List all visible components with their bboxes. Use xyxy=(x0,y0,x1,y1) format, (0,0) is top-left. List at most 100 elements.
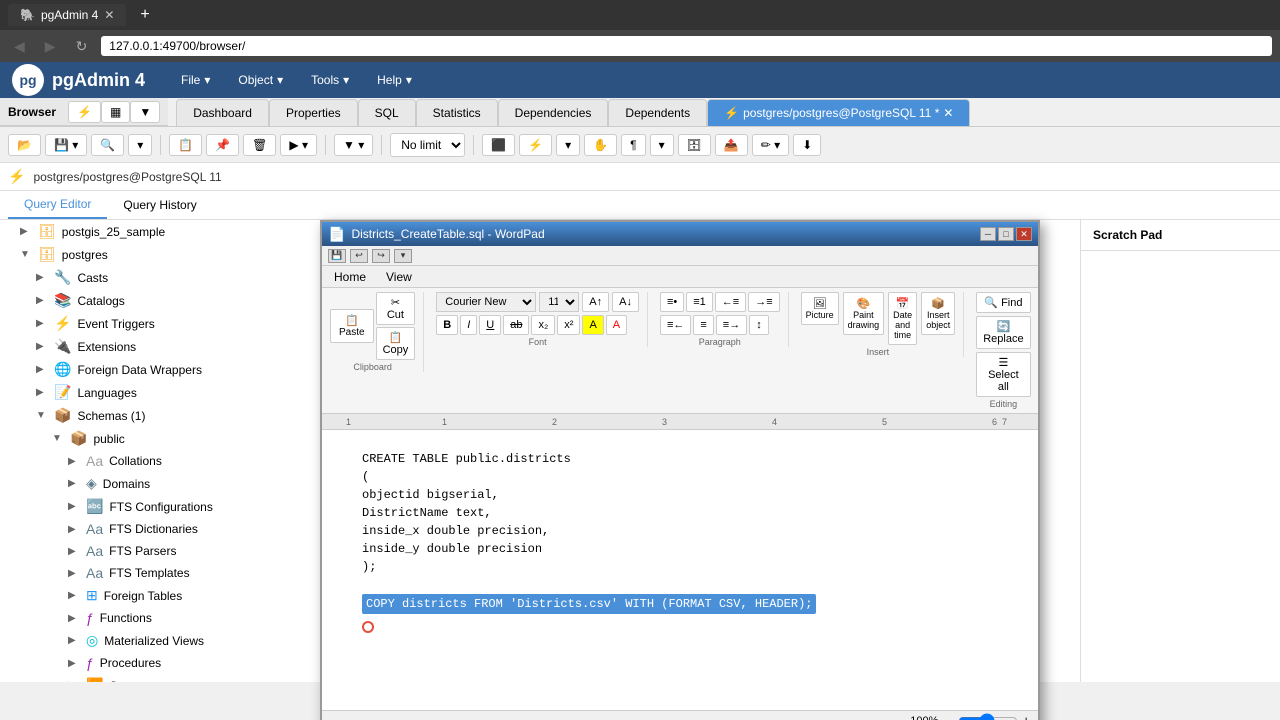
paragraph2-btn[interactable]: ▾ xyxy=(650,134,674,156)
list-num-btn[interactable]: ≡1 xyxy=(686,292,713,312)
sidebar-item-functions[interactable]: ▶ ƒ Functions xyxy=(0,607,329,629)
back-button[interactable]: ◀ xyxy=(8,36,31,57)
tab-statistics[interactable]: Statistics xyxy=(416,99,498,126)
wp-redo-btn[interactable]: ↪ xyxy=(372,249,390,263)
copy-btn[interactable]: 📋 Copy xyxy=(376,327,416,360)
cut-btn[interactable]: ✂ Cut xyxy=(376,292,416,325)
save-btn[interactable]: 💾 ▾ xyxy=(45,134,87,156)
sidebar-item-mat-views[interactable]: ▶ ◎ Materialized Views xyxy=(0,629,329,652)
sidebar-item-casts[interactable]: ▶ 🔧 Casts xyxy=(0,266,329,289)
align-left-btn[interactable]: ≡← xyxy=(660,315,691,335)
browser-tab[interactable]: 🐘 pgAdmin 4 ✕ xyxy=(8,4,126,26)
grid-view-btn[interactable]: ▦ xyxy=(101,101,130,123)
sidebar-item-extensions[interactable]: ▶ 🔌 Extensions xyxy=(0,335,329,358)
lightning2-btn[interactable]: ▾ xyxy=(556,134,580,156)
filter-btn[interactable]: ▼ xyxy=(130,101,160,123)
tab-properties[interactable]: Properties xyxy=(269,99,358,126)
search2-btn[interactable]: ▾ xyxy=(128,134,152,156)
db-btn[interactable]: 🗄 xyxy=(678,134,711,156)
sidebar-item-postgis[interactable]: ▶ 🗄 postgis_25_sample xyxy=(0,220,329,243)
tab-dashboard[interactable]: Dashboard xyxy=(176,99,269,126)
line-spacing-btn[interactable]: ↕ xyxy=(749,315,769,335)
sidebar-item-fts-config[interactable]: ▶ 🔤 FTS Configurations xyxy=(0,495,329,518)
paste-btn[interactable]: 📋 Paste xyxy=(330,309,374,343)
delete-btn[interactable]: 🗑 xyxy=(243,134,276,156)
document-content[interactable]: CREATE TABLE public.districts ( objectid… xyxy=(322,430,1038,710)
sidebar-item-catalogs[interactable]: ▶ 📚 Catalogs xyxy=(0,289,329,312)
paste-btn[interactable]: 📌 xyxy=(206,134,239,156)
reload-button[interactable]: ↻ xyxy=(70,36,94,57)
sub-tab-query-history[interactable]: Query History xyxy=(107,192,212,218)
new-tab-button[interactable]: + xyxy=(134,6,155,24)
download-btn[interactable]: ⬇ xyxy=(793,134,821,156)
stop-btn[interactable]: ⬛ xyxy=(482,134,515,156)
search-btn[interactable]: 🔍 xyxy=(91,134,124,156)
list-bullet-btn[interactable]: ≡• xyxy=(660,292,684,312)
minimize-btn[interactable]: ─ xyxy=(980,227,996,241)
close-btn[interactable]: ✕ xyxy=(1016,227,1032,241)
font-size-select[interactable]: 11 xyxy=(539,292,579,312)
wp-menu-home[interactable]: Home xyxy=(326,268,374,286)
subscript-btn[interactable]: x₂ xyxy=(531,315,555,335)
italic-btn[interactable]: I xyxy=(460,315,477,335)
insert-datetime-btn[interactable]: 📅 Date and time xyxy=(888,292,917,345)
sidebar-item-fts-templates[interactable]: ▶ Aa FTS Templates xyxy=(0,562,329,584)
sidebar-item-foreign-tables[interactable]: ▶ ⊞ Foreign Tables xyxy=(0,584,329,607)
maximize-btn[interactable]: □ xyxy=(998,227,1014,241)
filter-data-btn[interactable]: ▼ ▾ xyxy=(334,134,373,156)
align-center-btn[interactable]: ≡ xyxy=(693,315,713,335)
address-input[interactable] xyxy=(101,36,1272,56)
sidebar-item-postgres[interactable]: ▼ 🗄 postgres xyxy=(0,243,329,266)
sidebar-item-schemas[interactable]: ▼ 📦 Schemas (1) xyxy=(0,404,329,427)
superscript-btn[interactable]: x² xyxy=(557,315,580,335)
find-btn[interactable]: 🔍 Find xyxy=(976,292,1030,313)
font-family-select[interactable]: Courier New xyxy=(436,292,536,312)
refresh-browser-btn[interactable]: ⚡ xyxy=(68,101,101,123)
db2-btn[interactable]: 📤 xyxy=(715,134,748,156)
replace-btn[interactable]: 🔄 Replace xyxy=(976,316,1030,349)
sub-tab-query-editor[interactable]: Query Editor xyxy=(8,191,107,219)
tab-close-btn[interactable]: ✕ xyxy=(104,8,114,22)
sidebar-item-public[interactable]: ▼ 📦 public xyxy=(0,427,329,450)
sidebar-item-fts-dict[interactable]: ▶ Aa FTS Dictionaries xyxy=(0,518,329,540)
lightning-btn[interactable]: ⚡ xyxy=(519,134,552,156)
pencil-btn[interactable]: ✏ ▾ xyxy=(752,134,789,156)
indent-dec-btn[interactable]: ←≡ xyxy=(715,292,746,312)
select-all-btn[interactable]: ☰ Select all xyxy=(976,352,1030,397)
align-right-btn[interactable]: ≡→ xyxy=(716,315,747,335)
sidebar-item-fdw[interactable]: ▶ 🌐 Foreign Data Wrappers xyxy=(0,358,329,381)
menu-object[interactable]: Object ▾ xyxy=(226,69,295,91)
sidebar-item-fts-parsers[interactable]: ▶ Aa FTS Parsers xyxy=(0,540,329,562)
underline-btn[interactable]: U xyxy=(479,315,501,335)
hand-btn[interactable]: ✋ xyxy=(584,134,617,156)
tab-dependents[interactable]: Dependents xyxy=(608,99,707,126)
sidebar-item-collations[interactable]: ▶ Aa Collations xyxy=(0,450,329,472)
execute-btn[interactable]: ▶ ▾ xyxy=(280,134,317,156)
zoom-out-btn[interactable]: − xyxy=(946,713,954,720)
sidebar-item-languages[interactable]: ▶ 📝 Languages xyxy=(0,381,329,404)
copy-btn[interactable]: 📋 xyxy=(169,134,202,156)
insert-picture-btn[interactable]: 🖼 Picture xyxy=(801,292,839,325)
menu-tools[interactable]: Tools ▾ xyxy=(299,69,361,91)
insert-object-btn[interactable]: 📦 Insert object xyxy=(921,292,955,335)
bold-btn[interactable]: B xyxy=(436,315,458,335)
limit-select[interactable]: No limit xyxy=(390,133,465,157)
sidebar-item-event-triggers[interactable]: ▶ ⚡ Event Triggers xyxy=(0,312,329,335)
pg-tab-close[interactable]: ✕ xyxy=(943,106,953,120)
menu-file[interactable]: File ▾ xyxy=(169,69,222,91)
zoom-slider[interactable] xyxy=(958,713,1018,720)
strikethrough-btn[interactable]: ab xyxy=(503,315,529,335)
font-grow-btn[interactable]: A↑ xyxy=(582,292,609,312)
insert-paint-btn[interactable]: 🎨 Paint drawing xyxy=(843,292,885,335)
wp-menu-view[interactable]: View xyxy=(378,268,420,286)
tab-dependencies[interactable]: Dependencies xyxy=(498,99,609,126)
open-file-btn[interactable]: 📂 xyxy=(8,134,41,156)
menu-help[interactable]: Help ▾ xyxy=(365,69,424,91)
font-shrink-btn[interactable]: A↓ xyxy=(612,292,639,312)
paragraph-btn[interactable]: ¶ xyxy=(621,134,645,156)
color-btn[interactable]: A xyxy=(606,315,627,335)
sidebar-item-sequences[interactable]: ▶ ⏩ Sequences xyxy=(0,674,329,682)
highlight-btn[interactable]: A xyxy=(582,315,603,335)
tab-sql[interactable]: SQL xyxy=(358,99,416,126)
wp-undo-btn[interactable]: ↩ xyxy=(350,249,368,263)
